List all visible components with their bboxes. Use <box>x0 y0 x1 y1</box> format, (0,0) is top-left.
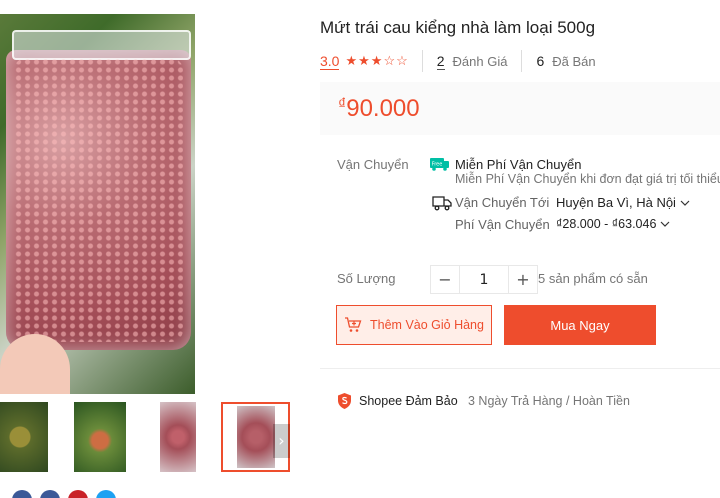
free-shipping-desc: Miễn Phí Vận Chuyển khi đơn đạt giá trị … <box>455 172 720 186</box>
thumbnail-strip: › <box>0 402 290 472</box>
cart-plus-icon <box>345 317 362 332</box>
thumbnail-2[interactable] <box>74 402 126 472</box>
ship-fee-label: Phí Vận Chuyển <box>455 217 550 232</box>
rating-stars: ★ ★ ★ ☆ ☆ <box>345 54 407 68</box>
ship-to-label: Vận Chuyển Tới <box>455 195 550 210</box>
product-price: ₫90.000 <box>338 95 420 123</box>
star-filled-icon: ★ <box>358 53 370 68</box>
quantity-decrease-button[interactable]: − <box>431 266 459 293</box>
ship-to-value: Huyện Ba Vì, Hà Nội <box>556 195 676 210</box>
twitter-share-icon[interactable] <box>96 490 116 498</box>
thumbnail-next-button[interactable]: › <box>273 424 290 458</box>
stock-available: 5 sản phẩm có sẵn <box>538 271 648 286</box>
price-value: 90.000 <box>346 95 420 122</box>
rating-value[interactable]: 3.0 <box>320 53 340 70</box>
ship-fee-selector[interactable]: ₫28.000 - ₫63.046 <box>556 217 671 231</box>
star-empty-icon: ☆ <box>396 53 408 68</box>
truck-icon <box>432 196 452 211</box>
chevron-down-icon <box>660 221 670 227</box>
divider <box>421 50 423 72</box>
product-bag-image <box>6 30 191 350</box>
quantity-input[interactable]: 1 <box>459 266 509 293</box>
ship-fee-value: ₫28.000 - ₫63.046 <box>556 217 657 231</box>
ship-to-selector[interactable]: Huyện Ba Vì, Hà Nội <box>556 195 691 210</box>
add-to-cart-button[interactable]: Thêm Vào Giỏ Hàng <box>336 305 492 345</box>
chevron-down-icon <box>680 200 690 206</box>
buy-now-button[interactable]: Mua Ngay <box>504 305 656 345</box>
add-to-cart-label: Thêm Vào Giỏ Hàng <box>370 318 484 332</box>
guarantee-label[interactable]: Shopee Đảm Bảo <box>359 394 458 408</box>
sold-label: Đã Bán <box>552 53 596 69</box>
thumbnail-1[interactable] <box>0 402 48 472</box>
free-shipping-title: Miễn Phí Vận Chuyển <box>455 157 582 172</box>
sold-count: 6 <box>536 53 545 69</box>
price-box: ₫90.000 <box>320 82 720 135</box>
divider <box>521 50 523 72</box>
price-currency: ₫ <box>338 96 347 113</box>
share-icons <box>12 490 122 498</box>
facebook-share-icon[interactable] <box>40 490 60 498</box>
star-empty-icon: ☆ <box>383 53 396 68</box>
star-filled-icon: ★ <box>370 53 383 68</box>
review-count[interactable]: 2 <box>436 53 445 70</box>
thumbnail-4-image <box>237 406 275 468</box>
messenger-share-icon[interactable] <box>12 490 32 498</box>
section-divider <box>320 368 720 369</box>
product-title: Mứt trái cau kiểng nhà làm loại 500g <box>320 18 596 37</box>
guarantee-text: 3 Ngày Trả Hàng / Hoàn Tiền <box>468 394 630 408</box>
thumbnail-3[interactable] <box>160 402 196 472</box>
pinterest-share-icon[interactable] <box>68 490 88 498</box>
rating-row: 3.0 ★ ★ ★ ☆ ☆ 2 Đánh Giá 6 Đã Bán <box>320 50 596 72</box>
product-main-image[interactable] <box>0 14 195 394</box>
quantity-label: Số Lượng <box>337 271 396 286</box>
free-shipping-icon: Free <box>430 158 449 171</box>
quantity-stepper: − 1 + <box>430 265 538 294</box>
shipping-label: Vận Chuyển <box>337 157 409 172</box>
quantity-increase-button[interactable]: + <box>509 266 537 293</box>
free-badge-text: Free <box>432 162 443 168</box>
star-filled-icon: ★ <box>345 53 358 68</box>
review-label: Đánh Giá <box>452 53 508 69</box>
shield-icon <box>338 393 351 409</box>
